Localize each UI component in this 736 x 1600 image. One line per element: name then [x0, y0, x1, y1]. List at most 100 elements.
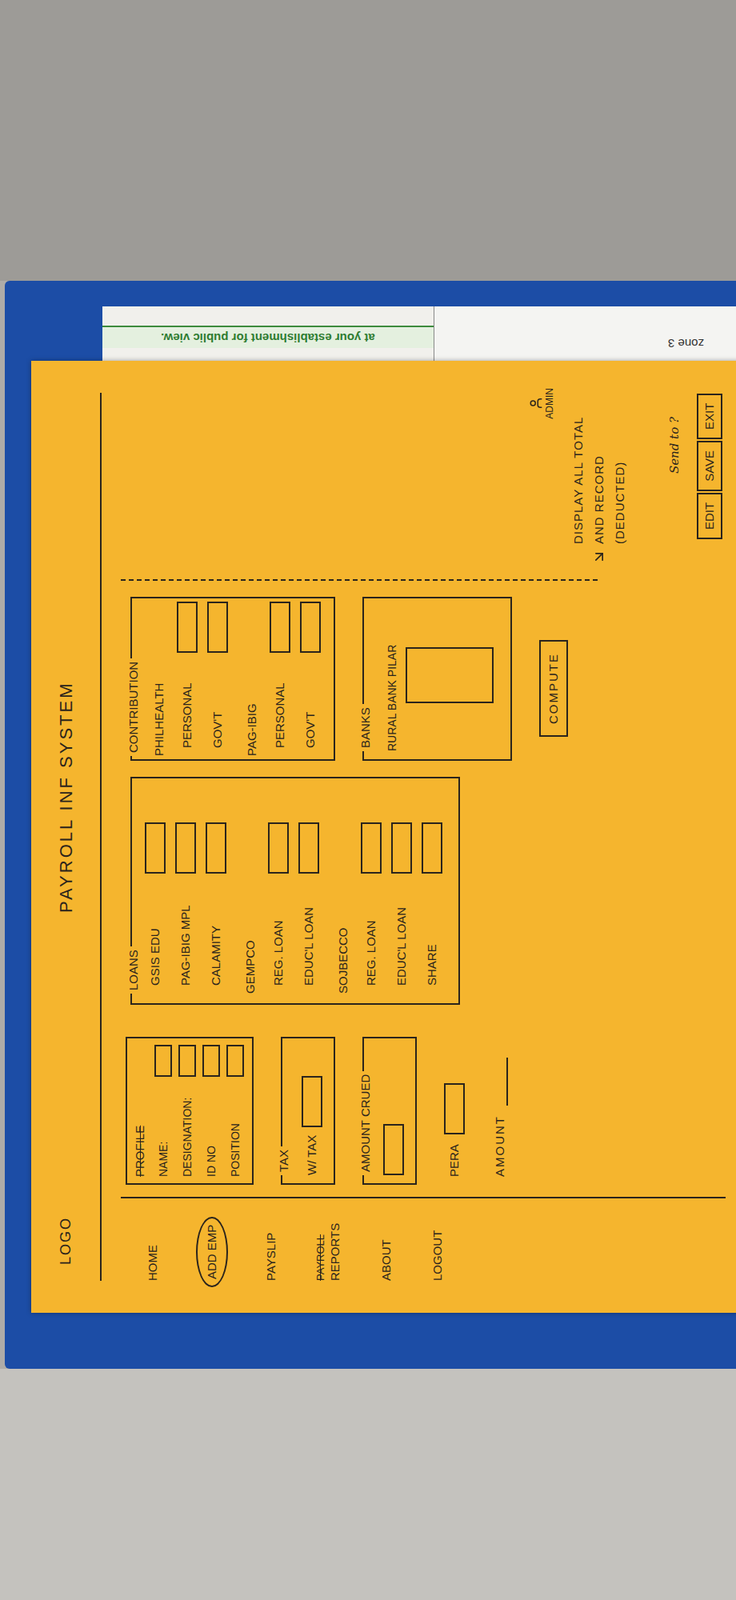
field-row: GOV'T: [207, 601, 228, 756]
note-line: AND RECORD: [591, 384, 608, 544]
field-row: EDUC'L LOAN: [298, 788, 320, 994]
input-box[interactable]: [383, 1124, 404, 1176]
sidebar-label: REPORTS: [327, 1223, 344, 1281]
floor-bottom: [0, 1368, 736, 1600]
group-label: GEMPCO: [242, 788, 259, 994]
struck-label: PAYROLL: [314, 1234, 328, 1281]
sidebar-label: LOGOUT: [429, 1230, 446, 1281]
contribution-title: CONTRIBUTION: [125, 658, 142, 756]
input-box[interactable]: [421, 822, 443, 874]
field-label: POSITION: [228, 1123, 243, 1177]
field-label: PAG-IBIG MPL: [177, 881, 194, 986]
action-button[interactable]: EDIT: [696, 492, 723, 540]
action-button[interactable]: EXIT: [696, 393, 723, 440]
arrow-icon: [591, 548, 608, 565]
sidebar-item[interactable]: LOGOUT: [429, 1198, 446, 1281]
bank-label: RURAL BANK PILAR: [384, 606, 400, 752]
note-line: DISPLAY ALL TOTAL: [570, 384, 587, 544]
logo: LOGO: [55, 1120, 77, 1281]
input-box[interactable]: [300, 601, 321, 653]
input-box[interactable]: [154, 1044, 172, 1077]
note-text: AND RECORD: [591, 455, 608, 544]
compute-button[interactable]: COMPUTE: [539, 640, 568, 737]
input-box[interactable]: [144, 822, 166, 874]
input-box[interactable]: [202, 1044, 220, 1077]
sidebar: HOME ADD EMP PAYSLIP PAYROLLREPORTS ABOUT LOG…: [120, 1196, 726, 1281]
input-box[interactable]: [269, 601, 291, 653]
field-row: SHARE: [421, 788, 443, 994]
field-label: ID NO: [204, 1145, 219, 1177]
field-row: EDUC'L LOAN: [391, 788, 412, 994]
item-list: PHILHEALTH PERSONAL GOV'T PAG-IBIG PERSONAL G…: [144, 601, 321, 756]
tax-box: TAXW/ TAX: [280, 1036, 336, 1185]
group-label: PHILHEALTH: [151, 601, 168, 756]
sidebar-item[interactable]: ABOUT: [378, 1198, 395, 1281]
field-row: REG. LOAN: [360, 788, 382, 994]
sidebar-label: HOME: [144, 1244, 161, 1281]
sidebar-item[interactable]: HOME: [144, 1198, 161, 1281]
sidebar-item[interactable]: ADD EMP: [196, 1198, 228, 1281]
accrued-box: AMOUNT CRUED: [362, 1036, 417, 1185]
field-label: W/ TAX: [304, 1135, 320, 1176]
bank-field: [405, 606, 500, 752]
group-label: PAG-IBIG: [244, 601, 260, 756]
field-label: EDUC'L LOAN: [300, 881, 317, 986]
input-box[interactable]: [405, 647, 494, 704]
field-row: REG. LOAN: [268, 788, 289, 994]
input-box[interactable]: [205, 822, 227, 874]
app-title: PAYROLL INF SYSTEM: [52, 680, 80, 913]
employee-column: PROFILENAME:DESIGNATION:ID NOPOSITIONTAX…: [120, 1036, 726, 1185]
field-label: SHARE: [424, 881, 440, 986]
input-box[interactable]: [268, 822, 289, 874]
banks-box: BANKSRURAL BANK PILAR: [362, 596, 512, 761]
contribution-column: CONTRIBUTION PHILHEALTH PERSONAL GOV'T PAG-I…: [120, 596, 726, 761]
note-text: DISPLAY ALL TOTAL: [570, 416, 587, 544]
field-label: PERSONAL: [179, 660, 196, 748]
input-box[interactable]: [301, 1076, 323, 1128]
field-label: REG. LOAN: [363, 881, 380, 986]
notice-strip: at your establishment for public view.: [102, 325, 434, 348]
input-box[interactable]: [360, 822, 382, 874]
amount-line[interactable]: [506, 1057, 508, 1106]
input-box[interactable]: [178, 1044, 196, 1077]
field-label: DESIGNATION:: [180, 1097, 195, 1177]
sidebar-label: ADD EMP: [196, 1216, 228, 1288]
input-box[interactable]: [176, 601, 198, 653]
send-note: Send to ?: [666, 416, 683, 474]
summary-area: ADMIN DISPLAY ALL TOTALAND RECORD(DEDUCTE…: [120, 384, 726, 564]
field-row: CALAMITY: [205, 788, 227, 994]
action-buttons: EDITSAVEEXIT: [696, 384, 723, 564]
field-label: PERSONAL: [272, 660, 288, 748]
input-box[interactable]: [391, 822, 412, 874]
notice-text: at your establishment for public view.: [160, 329, 376, 346]
profile-field: NAME:: [154, 1044, 172, 1177]
input-box[interactable]: [226, 1044, 244, 1077]
summary-note: DISPLAY ALL TOTALAND RECORD(DEDUCTED): [570, 384, 628, 564]
floor-top: [0, 0, 736, 281]
note-text: (DEDUCTED): [612, 461, 628, 544]
field-label: REG. LOAN: [270, 881, 287, 986]
bank-row: RURAL BANK PILAR: [384, 606, 500, 752]
field-row: PERSONAL: [269, 601, 291, 756]
sidebar-label: PAYSLIP: [263, 1232, 280, 1281]
field-label: GOV'T: [302, 660, 319, 748]
field-label: PERA: [446, 1144, 463, 1177]
sketch-header: LOGO PAYROLL INF SYSTEM: [31, 392, 102, 1281]
field-label: NAME:: [156, 1141, 171, 1177]
input-box[interactable]: [175, 822, 196, 874]
amount-row: AMOUNT: [492, 1036, 508, 1185]
sidebar-item[interactable]: PAYROLLREPORTS: [314, 1198, 344, 1281]
input-box[interactable]: [444, 1083, 465, 1135]
tax-title: TAX: [276, 1146, 292, 1176]
loans-title: LOANS: [125, 946, 142, 994]
input-box[interactable]: [298, 822, 320, 874]
group-label: SOJBECCO: [335, 788, 352, 994]
admin-user[interactable]: ADMIN: [528, 388, 556, 420]
input-box[interactable]: [207, 601, 228, 653]
contribution-box: CONTRIBUTIONPHILHEALTHPERSONALGOV'TPAG-I…: [130, 596, 336, 761]
action-button[interactable]: SAVE: [696, 440, 723, 492]
accrued-title: AMOUNT CRUED: [357, 1071, 374, 1176]
sidebar-item[interactable]: PAYSLIP: [263, 1198, 280, 1281]
sidebar-label: ABOUT: [378, 1239, 395, 1281]
field-label: AMOUNT: [492, 1115, 508, 1177]
